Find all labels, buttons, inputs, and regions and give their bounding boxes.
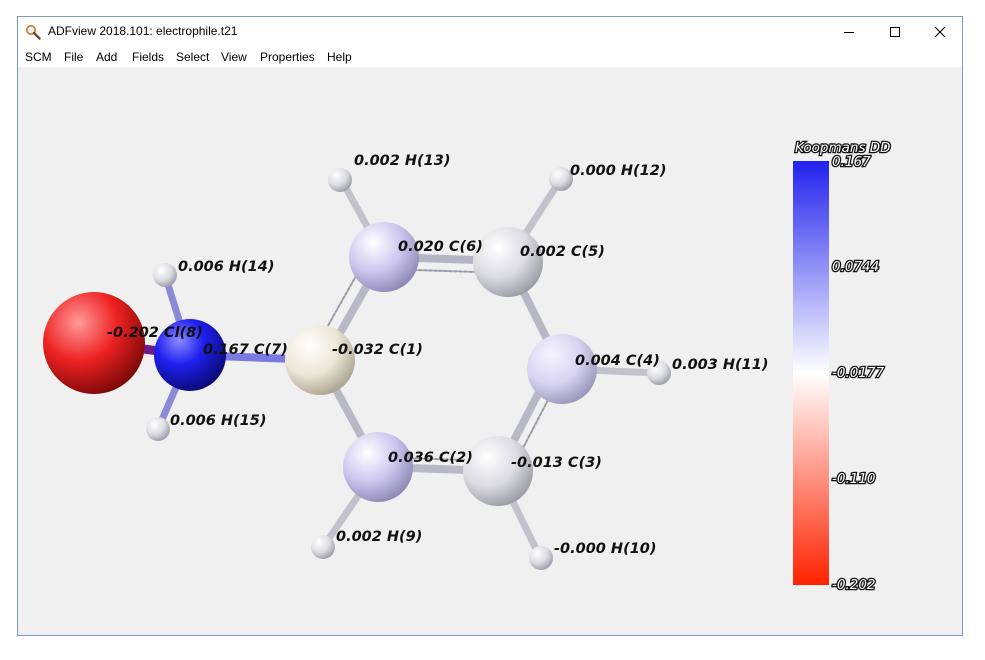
label-h13: 0.002 H(13)	[354, 153, 450, 169]
menu-scm[interactable]: SCM	[25, 50, 52, 64]
colorbar-tick-2: 0.0744	[832, 259, 879, 275]
label-c5: 0.002 C(5)	[520, 244, 605, 260]
menu-view[interactable]: View	[221, 50, 247, 64]
menu-add[interactable]: Add	[96, 50, 117, 64]
atom-cl8	[43, 292, 145, 394]
label-h9: 0.002 H(9)	[336, 529, 422, 545]
menu-file[interactable]: File	[64, 50, 83, 64]
colorbar-tick-max: 0.167	[832, 154, 871, 170]
atom-c3	[463, 436, 533, 506]
atom-h13	[328, 168, 352, 192]
menu-help[interactable]: Help	[327, 50, 352, 64]
app-window: ADFview 2018.101: electrophile.t21 SCM F…	[17, 16, 963, 636]
close-button[interactable]	[917, 17, 963, 47]
window-title: ADFview 2018.101: electrophile.t21	[48, 24, 238, 38]
molecule-scene[interactable]: 0.002 H(13) 0.000 H(12) 0.020 C(6) 0.002…	[18, 67, 962, 635]
label-c7: 0.167 C(7)	[203, 342, 288, 358]
label-c6: 0.020 C(6)	[398, 239, 483, 255]
close-icon	[934, 26, 946, 38]
atom-c6	[349, 222, 419, 292]
title-bar[interactable]: ADFview 2018.101: electrophile.t21	[18, 17, 962, 47]
maximize-button[interactable]	[872, 17, 918, 47]
label-h12: 0.000 H(12)	[570, 163, 666, 179]
atom-h10	[529, 546, 553, 570]
label-h15: 0.006 H(15)	[170, 413, 266, 429]
atom-c1	[285, 325, 355, 395]
label-h10: -0.000 H(10)	[554, 541, 657, 557]
atom-h15	[146, 417, 170, 441]
atom-c5	[473, 227, 543, 297]
menu-fields[interactable]: Fields	[132, 50, 164, 64]
maximize-icon	[890, 27, 900, 37]
menu-bar: SCM File Add Fields Select View Properti…	[18, 47, 962, 67]
atom-h9	[311, 535, 335, 559]
label-h14: 0.006 H(14)	[178, 259, 274, 275]
color-bar-legend: Koopmans DD 0.167 0.0744 -0.0177 -0.110 …	[793, 139, 892, 594]
label-h11: 0.003 H(11)	[672, 357, 768, 373]
minimize-icon	[844, 32, 854, 33]
label-c3: -0.013 C(3)	[511, 455, 602, 471]
label-c1: -0.032 C(1)	[332, 342, 423, 358]
colorbar-tick-4: -0.110	[832, 471, 876, 487]
atom-h14	[153, 263, 177, 287]
label-c2: 0.036 C(2)	[388, 450, 473, 466]
colorbar-tick-mid: -0.0177	[832, 365, 885, 381]
atom-labels: 0.002 H(13) 0.000 H(12) 0.020 C(6) 0.002…	[107, 153, 768, 557]
minimize-button[interactable]	[826, 17, 872, 47]
adfview-app-icon	[26, 25, 41, 40]
colorbar-tick-min: -0.202	[832, 577, 876, 593]
atom-c4	[527, 334, 597, 404]
menu-properties[interactable]: Properties	[260, 50, 315, 64]
colorbar-gradient	[793, 161, 829, 585]
atom-c2	[343, 432, 413, 502]
molecule-viewport[interactable]: 0.002 H(13) 0.000 H(12) 0.020 C(6) 0.002…	[18, 67, 962, 635]
label-c4: 0.004 C(4)	[575, 353, 660, 369]
label-cl8: -0.202 Cl(8)	[107, 325, 203, 341]
menu-select[interactable]: Select	[176, 50, 209, 64]
